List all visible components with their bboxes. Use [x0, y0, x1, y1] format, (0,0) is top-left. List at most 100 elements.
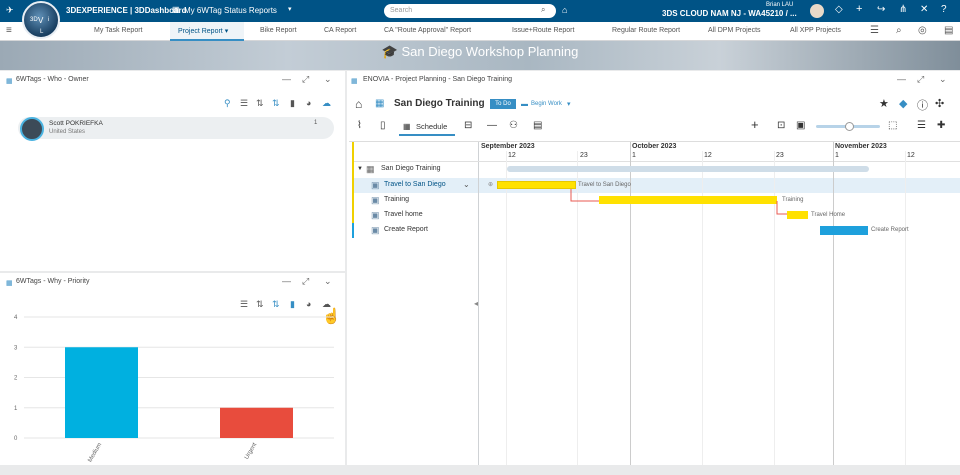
- forward-icon[interactable]: ↪: [877, 4, 885, 15]
- status-badge[interactable]: To Do: [490, 99, 516, 109]
- link-icon[interactable]: —: [487, 120, 497, 131]
- tab-all-xpp[interactable]: All XPP Projects: [790, 22, 841, 41]
- home-icon[interactable]: ⌂: [355, 97, 362, 111]
- gantt-header-divider: [354, 161, 960, 162]
- top-bar: ✈ 3DEXPERIENCE | 3DDashboard ▦ My 6WTag …: [0, 0, 960, 22]
- task-icon: ▣: [371, 210, 380, 220]
- list-icon[interactable]: ☰: [870, 25, 879, 36]
- cloud-icon[interactable]: ☁: [322, 98, 331, 109]
- info-icon[interactable]: ⓘ: [917, 97, 928, 113]
- search-icon[interactable]: ⌕: [541, 5, 545, 15]
- sort-icon[interactable]: ⇅: [256, 98, 264, 109]
- dashboard-icon: ▦: [172, 5, 180, 14]
- star-icon[interactable]: ★: [879, 97, 889, 110]
- collapse-icon[interactable]: ◂: [474, 299, 478, 308]
- compass-icon[interactable]: 3D V i L: [22, 1, 60, 39]
- chevron-down-icon[interactable]: ⌄: [463, 180, 470, 189]
- tools-icon[interactable]: ✕: [920, 4, 928, 15]
- month-label: November 2023: [835, 143, 887, 150]
- summary-bar[interactable]: [507, 166, 869, 172]
- tab-schedule[interactable]: Schedule: [416, 122, 447, 131]
- user-name: Brian LAU: [766, 2, 794, 8]
- person-icon[interactable]: ⚲: [224, 98, 231, 109]
- select-icon[interactable]: ⬚: [888, 120, 897, 131]
- chevron-down-icon[interactable]: ▾: [567, 100, 571, 108]
- filter-icon[interactable]: ⇅: [272, 98, 280, 109]
- expand-icon[interactable]: ▼: [357, 166, 363, 172]
- ds-logo-icon[interactable]: ✈: [6, 5, 14, 16]
- gantt-bar-create-report[interactable]: [820, 226, 868, 235]
- tab-bike-report[interactable]: Bike Report: [260, 22, 297, 41]
- tag-icon[interactable]: ◆: [899, 97, 907, 110]
- image-icon[interactable]: ▣: [796, 120, 805, 131]
- settings-icon[interactable]: ✣: [935, 97, 944, 110]
- pin-icon[interactable]: ✚: [937, 120, 945, 131]
- avatar[interactable]: [810, 4, 824, 18]
- task-icon: ▣: [371, 195, 380, 205]
- banner-title: San Diego Workshop Planning: [401, 44, 579, 59]
- chevron-down-icon[interactable]: ⌄: [939, 74, 947, 85]
- task-icon: ▣: [371, 225, 380, 235]
- tab-bar: ≡ My Task Report Project Report ▾ Bike R…: [0, 22, 960, 41]
- tab-ca-report[interactable]: CA Report: [324, 22, 356, 41]
- zoom-slider-handle[interactable]: [845, 122, 854, 131]
- tab-all-dpm[interactable]: All DPM Projects: [708, 22, 761, 41]
- chevron-down-icon[interactable]: ⌄: [324, 276, 332, 287]
- tab-my-task-report[interactable]: My Task Report: [94, 22, 143, 41]
- row-label[interactable]: Create Report: [384, 226, 428, 233]
- month-label: September 2023: [481, 143, 535, 150]
- maximize-icon[interactable]: ⤢: [302, 276, 309, 287]
- task-icon: ▣: [371, 180, 380, 190]
- add-icon[interactable]: +: [856, 3, 862, 15]
- search-icon[interactable]: ⌕: [896, 25, 902, 36]
- network-icon[interactable]: ⋔: [899, 4, 907, 15]
- minimize-icon[interactable]: —: [282, 74, 291, 84]
- tab-project-report[interactable]: Project Report ▾: [170, 22, 244, 41]
- menu-icon[interactable]: ≡: [6, 25, 12, 36]
- begin-work-button[interactable]: Begin Work: [531, 101, 562, 107]
- grid-line: [833, 142, 834, 465]
- tag-icon[interactable]: ⌂: [562, 5, 567, 15]
- row-label[interactable]: Training: [384, 196, 409, 203]
- chevron-down-icon[interactable]: ⌄: [324, 74, 332, 85]
- maximize-icon[interactable]: ⤢: [302, 74, 309, 85]
- document-icon[interactable]: ▤: [533, 120, 542, 131]
- trash-icon[interactable]: ▯: [380, 120, 386, 131]
- add-icon[interactable]: +: [751, 117, 759, 132]
- day-label: 23: [776, 152, 784, 159]
- minimize-icon[interactable]: —: [282, 276, 291, 286]
- project-name: San Diego Training: [394, 98, 485, 109]
- chevron-down-icon[interactable]: ▾: [288, 5, 292, 13]
- dashboard-selector[interactable]: My 6WTag Status Reports: [184, 6, 277, 15]
- people-icon[interactable]: ⚇: [509, 120, 518, 131]
- add-icon[interactable]: ⊕: [488, 181, 493, 188]
- chat-icon[interactable]: ▤: [944, 25, 953, 36]
- row-label[interactable]: San Diego Training: [381, 165, 441, 172]
- indent-icon[interactable]: ⊟: [464, 120, 472, 131]
- line-chart-icon[interactable]: ⌇: [357, 120, 362, 131]
- columns-icon[interactable]: ⊡: [777, 120, 785, 131]
- list-settings-icon[interactable]: ☰: [917, 120, 926, 131]
- schedule-tab-underline: [399, 134, 455, 136]
- row-label[interactable]: Travel to San Diego: [384, 181, 446, 188]
- tab-regular-route[interactable]: Regular Route Report: [612, 22, 680, 41]
- tab-ca-route-approval[interactable]: CA "Route Approval" Report: [384, 22, 471, 41]
- row-label[interactable]: Travel home: [384, 211, 423, 218]
- bar-urgent: [220, 407, 293, 438]
- maximize-icon[interactable]: ⤢: [917, 74, 924, 85]
- gantt-splitter[interactable]: [478, 142, 479, 465]
- minimize-icon[interactable]: —: [897, 74, 906, 84]
- list-icon[interactable]: ☰: [240, 98, 248, 109]
- dependency-arrows: [570, 189, 787, 215]
- owner-name: Scott POKRIEFKA: [49, 120, 103, 127]
- share-icon[interactable]: ◇: [835, 4, 843, 15]
- bar-chart-icon[interactable]: ▮: [290, 98, 295, 109]
- who-panel-title: 6WTags - Who - Owner: [16, 76, 89, 83]
- pie-chart-icon[interactable]: ◕: [306, 98, 311, 108]
- search-input[interactable]: Search: [384, 4, 556, 18]
- help-icon[interactable]: ?: [941, 4, 947, 15]
- bar-medium: [65, 347, 138, 438]
- tenant-label[interactable]: 3DS CLOUD NAM NJ - WA45210 / ...: [662, 9, 797, 18]
- media-icon[interactable]: ◎: [918, 25, 927, 36]
- tab-issue-route[interactable]: Issue+Route Report: [512, 22, 574, 41]
